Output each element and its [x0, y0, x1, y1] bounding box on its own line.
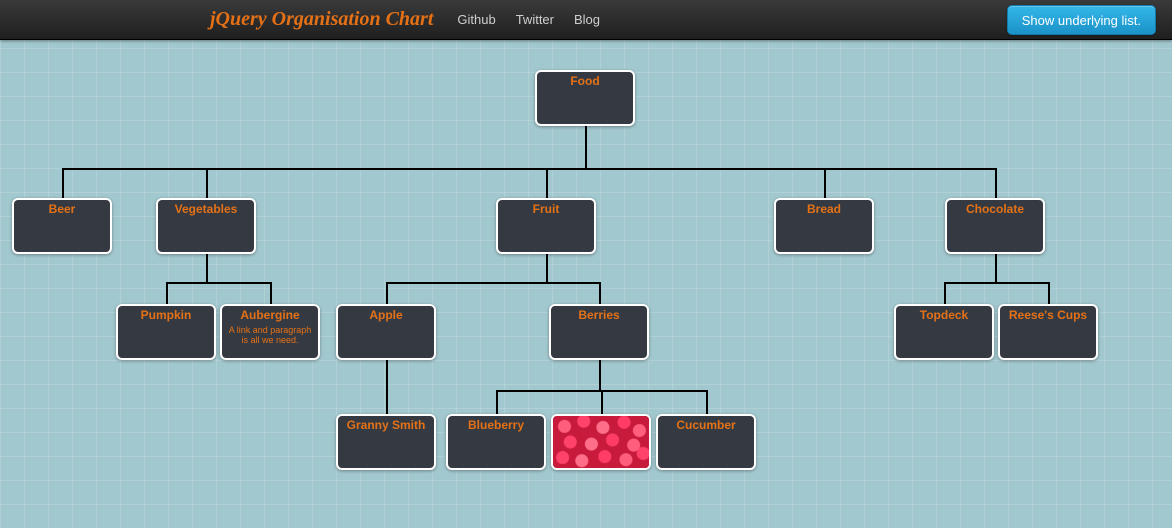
- nav-link-github[interactable]: Github: [457, 12, 495, 27]
- node-label: Vegetables: [175, 202, 238, 216]
- node-label: Food: [570, 74, 599, 88]
- node-label: Fruit: [533, 202, 560, 216]
- node-label: Beer: [49, 202, 76, 216]
- node-raspberry-image[interactable]: [551, 414, 651, 470]
- node-label: Bread: [807, 202, 841, 216]
- node-vegetables[interactable]: Vegetables: [156, 198, 256, 254]
- node-chocolate[interactable]: Chocolate: [945, 198, 1045, 254]
- node-label: Granny Smith: [347, 418, 426, 432]
- node-beer[interactable]: Beer: [12, 198, 112, 254]
- node-granny-smith[interactable]: Granny Smith: [336, 414, 436, 470]
- nav-link-twitter[interactable]: Twitter: [516, 12, 554, 27]
- org-chart: Food Beer Vegetables Fruit Bread Chocola…: [0, 40, 1172, 528]
- node-apple[interactable]: Apple: [336, 304, 436, 360]
- node-blueberry[interactable]: Blueberry: [446, 414, 546, 470]
- node-topdeck[interactable]: Topdeck: [894, 304, 994, 360]
- node-label: Apple: [369, 308, 402, 322]
- show-underlying-list-button[interactable]: Show underlying list.: [1007, 5, 1156, 35]
- node-fruit[interactable]: Fruit: [496, 198, 596, 254]
- node-bread[interactable]: Bread: [774, 198, 874, 254]
- node-berries[interactable]: Berries: [549, 304, 649, 360]
- nav-link-blog[interactable]: Blog: [574, 12, 600, 27]
- raspberries-image: [553, 416, 649, 468]
- node-subtext: A link and paragraph is all we need.: [226, 325, 314, 346]
- node-label: Berries: [578, 308, 619, 322]
- node-pumpkin[interactable]: Pumpkin: [116, 304, 216, 360]
- navbar: jQuery Organisation Chart Github Twitter…: [0, 0, 1172, 40]
- brand-title: jQuery Organisation Chart: [210, 8, 433, 31]
- node-label: Reese's Cups: [1009, 308, 1087, 322]
- node-food[interactable]: Food: [535, 70, 635, 126]
- node-label: Aubergine: [240, 308, 299, 322]
- node-label: Topdeck: [920, 308, 968, 322]
- node-aubergine[interactable]: Aubergine A link and paragraph is all we…: [220, 304, 320, 360]
- node-reeses[interactable]: Reese's Cups: [998, 304, 1098, 360]
- node-cucumber[interactable]: Cucumber: [656, 414, 756, 470]
- node-label: Chocolate: [966, 202, 1024, 216]
- node-label: Blueberry: [468, 418, 524, 432]
- node-label: Cucumber: [676, 418, 735, 432]
- node-label: Pumpkin: [141, 308, 192, 322]
